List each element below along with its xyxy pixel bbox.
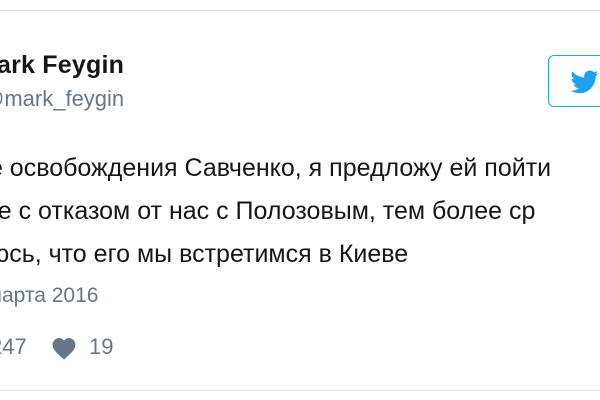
follow-button[interactable]: [548, 55, 600, 107]
tweet-actions: 247 19: [0, 334, 600, 364]
author-name[interactable]: Mark Feygin: [0, 51, 124, 80]
like-count: 19: [89, 334, 114, 359]
tweet-text-line: Надеюсь, что его мы встретимся в Киеве: [0, 240, 409, 268]
twitter-bird-icon: [571, 70, 599, 94]
retweet-count: 247: [0, 334, 27, 359]
tweet-text: После освобождения Савченко, я предложу …: [0, 147, 600, 276]
tweet-text-line: После освобождения Савченко, я предложу …: [0, 154, 552, 182]
tweet-embed-screenshot: Mark Feygin @mark_feygin После освобожде…: [0, 0, 600, 400]
author-handle[interactable]: @mark_feygin: [0, 86, 124, 112]
tweet-text-line: вместе с отказом от нас с Полозовым, тем…: [0, 197, 536, 225]
heart-icon[interactable]: [51, 336, 77, 360]
tweet-date[interactable]: 9 марта 2016: [0, 284, 98, 308]
